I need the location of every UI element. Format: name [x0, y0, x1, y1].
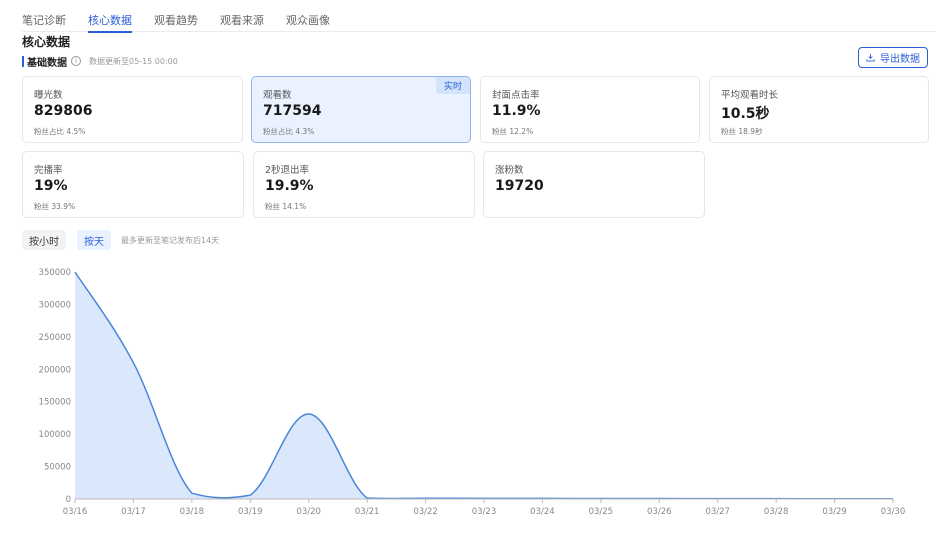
- metric-label: 2秒退出率: [265, 165, 310, 176]
- export-data-button[interactable]: 导出数据: [858, 47, 928, 68]
- metric-fan-ratio: 粉丝 33.9%: [34, 202, 76, 211]
- metric-card[interactable]: 封面点击率 11.9% 粉丝 12.2%: [480, 76, 700, 143]
- metric-fan-ratio: 粉丝 12.2%: [492, 127, 534, 136]
- update-time: 数据更新至05-15 00:00: [89, 56, 178, 66]
- x-tick-label: 03/18: [180, 507, 205, 517]
- metric-value: 717594: [263, 103, 322, 119]
- tab-0[interactable]: 笔记诊断: [22, 0, 66, 32]
- metric-card[interactable]: 完播率 19% 粉丝 33.9%: [22, 151, 244, 218]
- metric-label: 涨粉数: [495, 165, 524, 176]
- x-tick-label: 03/21: [355, 507, 380, 517]
- x-tick-label: 03/25: [589, 507, 614, 517]
- y-tick-label: 100000: [39, 430, 71, 440]
- metric-value: 10.5秒: [721, 106, 770, 122]
- metric-card[interactable]: 平均观看时长 10.5秒粉丝 18.9秒: [709, 76, 929, 143]
- x-tick-label: 03/23: [472, 507, 497, 517]
- metric-value: 19720: [495, 178, 544, 194]
- metric-label: 平均观看时长: [721, 90, 779, 101]
- views-trend-chart: 0 50000 100000 150000 200000 250000 300000 3500…: [39, 268, 906, 517]
- x-tick-label: 03/16: [63, 507, 88, 517]
- info-icon[interactable]: i: [71, 56, 81, 66]
- toggle-note: 最多更新至笔记发布后14天: [121, 236, 220, 245]
- x-tick-label: 03/19: [238, 507, 263, 517]
- metric-label: 封面点击率: [492, 90, 540, 101]
- tab-bar: 笔记诊断 核心数据 观看趋势 观看来源 观众画像: [22, 0, 936, 33]
- tab-3[interactable]: 观看来源: [220, 0, 264, 32]
- y-tick-label: 350000: [39, 268, 71, 278]
- toggle-by-day[interactable]: 按天: [77, 230, 111, 250]
- x-tick-label: 03/17: [121, 507, 146, 517]
- y-tick-label: 200000: [39, 365, 71, 375]
- metric-fan-ratio: 粉丝占比 4.3%: [263, 127, 315, 136]
- x-tick-label: 03/22: [413, 507, 438, 517]
- metric-value: 19%: [34, 178, 68, 194]
- area-fill: [75, 272, 893, 499]
- x-tick-label: 03/28: [764, 507, 789, 517]
- metric-card[interactable]: 观看数 717594 粉丝占比 4.3% 实时: [251, 76, 471, 143]
- x-tick-label: 03/20: [296, 507, 321, 517]
- metric-label: 完播率: [34, 165, 63, 176]
- metric-fan-ratio: 粉丝 14.1%: [265, 202, 307, 211]
- basic-data-title: 基础数据: [27, 57, 67, 69]
- export-data-label: 导出数据: [880, 54, 920, 65]
- metric-card[interactable]: 2秒退出率 19.9% 粉丝 14.1%: [253, 151, 475, 218]
- x-tick-label: 03/27: [705, 507, 730, 517]
- metric-label: 观看数: [263, 90, 292, 101]
- tab-2[interactable]: 观看趋势: [154, 0, 198, 32]
- metric-card[interactable]: 涨粉数 19720: [483, 151, 705, 218]
- metric-value: 11.9%: [492, 103, 541, 119]
- y-tick-label: 150000: [39, 398, 71, 408]
- x-tick-label: 03/24: [530, 507, 555, 517]
- download-icon: [866, 53, 875, 62]
- y-tick-label: 50000: [44, 463, 71, 473]
- series-line: [74, 271, 894, 500]
- accent-bar: [22, 55, 24, 67]
- y-tick-label: 300000: [39, 300, 71, 310]
- metric-fan-ratio: 粉丝占比 4.5%: [34, 127, 86, 136]
- basic-data-header: 基础数据 i 数据更新至05-15 00:00: [22, 54, 178, 69]
- metric-value: 829806: [34, 103, 93, 119]
- metric-label: 曝光数: [34, 90, 63, 101]
- y-tick-label: 250000: [39, 333, 71, 343]
- tab-1[interactable]: 核心数据: [88, 0, 132, 33]
- tab-4[interactable]: 观众画像: [286, 0, 330, 32]
- y-tick-label: 0: [66, 495, 71, 505]
- x-tick-label: 03/29: [822, 507, 847, 517]
- x-tick-label: 03/26: [647, 507, 672, 517]
- realtime-badge: 实时: [436, 77, 470, 94]
- section-title: 核心数据: [22, 35, 71, 49]
- toggle-by-hour[interactable]: 按小时: [22, 230, 66, 250]
- x-tick-label: 03/30: [881, 507, 906, 517]
- metric-card[interactable]: 曝光数 829806 粉丝占比 4.5%: [22, 76, 243, 143]
- metric-fan-ratio: 粉丝 18.9秒: [721, 127, 763, 136]
- metric-value: 19.9%: [265, 178, 314, 194]
